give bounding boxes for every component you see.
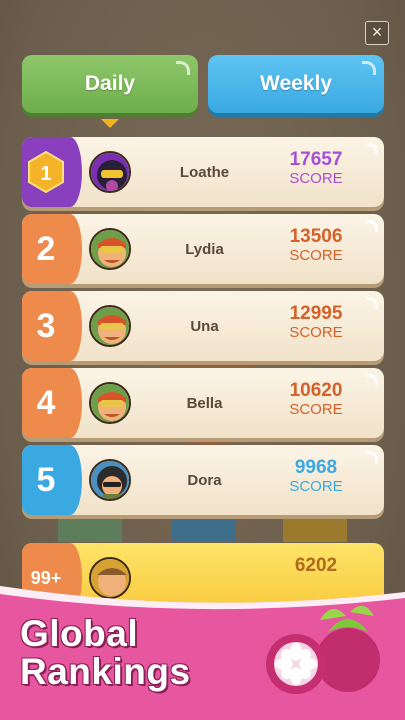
- score-value: 6202: [294, 555, 338, 576]
- score-value: 12995: [289, 303, 343, 324]
- promo-title: Global Rankings: [20, 613, 191, 692]
- rank-number: 1: [40, 163, 51, 185]
- score-label: SCORE: [289, 247, 343, 264]
- player-name: Dora: [187, 471, 222, 489]
- score-label: SCORE: [289, 170, 343, 187]
- player-name: Loathe: [179, 163, 230, 181]
- tab-daily-label: Daily: [84, 72, 136, 95]
- player-name: Una: [190, 317, 219, 335]
- trophy-icon: [283, 512, 347, 542]
- score-label: SCORE: [289, 478, 343, 495]
- gold-medal-icon: 1: [28, 150, 64, 194]
- avatar: [89, 228, 131, 270]
- score-value: 13506: [289, 226, 343, 247]
- rank-number: 99+: [30, 567, 62, 588]
- avatar: [89, 382, 131, 424]
- rank-badge: 1: [22, 137, 82, 207]
- player-name: Bella: [186, 394, 223, 412]
- leaderboard-row[interactable]: 2 Lydia 13506 SCORE: [22, 214, 384, 284]
- score-label: SCORE: [289, 401, 343, 418]
- leaderboard-row[interactable]: 4 Bella 10620 SCORE: [22, 368, 384, 438]
- rank-number: 2: [36, 229, 56, 268]
- rank-number: 4: [36, 383, 56, 422]
- avatar: [89, 305, 131, 347]
- close-button[interactable]: ×: [365, 21, 389, 45]
- leaderboard-row[interactable]: 1 Loathe 17657 SCORE: [22, 137, 384, 207]
- rank-badge: 3: [22, 291, 82, 361]
- score-value: 9968: [294, 457, 338, 478]
- rank-number: 5: [36, 460, 56, 499]
- rank-badge: 2: [22, 214, 82, 284]
- leaderboard-row[interactable]: 5 Dora 9968 SCORE: [22, 445, 384, 515]
- avatar: [89, 151, 131, 193]
- avatar: [89, 459, 131, 501]
- mangosteen-icon: [266, 605, 380, 694]
- leaderboard-row[interactable]: 3 Una 12995 SCORE: [22, 291, 384, 361]
- score-value: 17657: [289, 149, 343, 170]
- score-label: SCORE: [289, 324, 343, 341]
- home-icon: [172, 512, 236, 542]
- rank-badge: 4: [22, 368, 82, 438]
- share-icon: [58, 512, 122, 542]
- tab-daily[interactable]: Daily: [22, 55, 198, 113]
- player-name: Lydia: [185, 240, 224, 258]
- active-tab-indicator: [101, 119, 119, 128]
- rank-badge: 5: [22, 445, 82, 515]
- score-value: 10620: [289, 380, 343, 401]
- tab-weekly-label: Weekly: [260, 72, 332, 95]
- tab-weekly[interactable]: Weekly: [208, 55, 384, 113]
- game-screen: × Daily Weekly 1 Loathe 17657 SCORE 2 Ly…: [0, 0, 405, 720]
- rank-number: 3: [36, 306, 56, 345]
- close-icon: ×: [371, 22, 383, 42]
